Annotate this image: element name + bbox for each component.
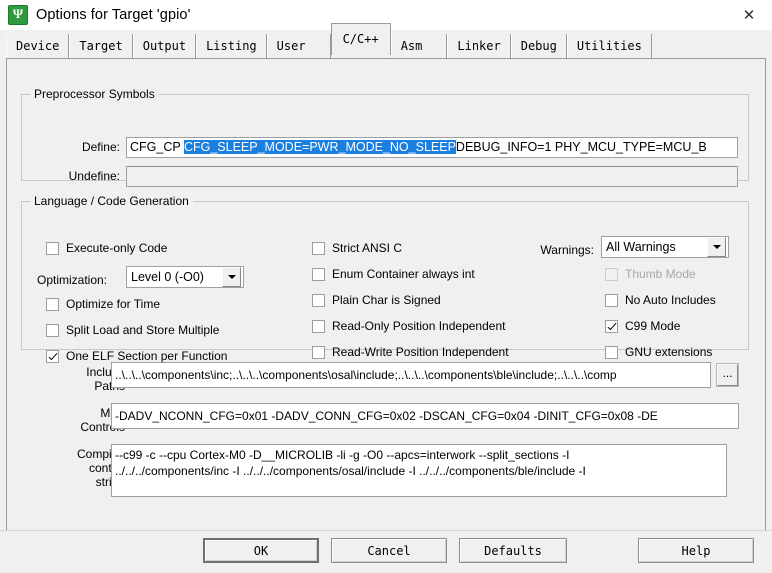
checkbox-split-load-and-store-multiple[interactable]: Split Load and Store Multiple: [46, 323, 219, 337]
chevron-down-icon[interactable]: [707, 237, 726, 257]
define-selected-text: CFG_SLEEP_MODE=PWR_MODE_NO_SLEEP: [183, 140, 456, 154]
checkbox-strict-ansi-c[interactable]: Strict ANSI C: [312, 241, 402, 255]
tab-linker[interactable]: Linker: [447, 34, 511, 59]
checkbox-label: Read-Only Position Independent: [332, 319, 506, 333]
checkbox-gnu-extensions[interactable]: GNU extensions: [605, 345, 712, 359]
optimization-dropdown[interactable]: Level 0 (-O0): [126, 266, 244, 288]
checkbox-box-icon: [312, 293, 325, 307]
checkbox-box-icon: [312, 267, 325, 281]
checkbox-label: Plain Char is Signed: [332, 293, 441, 307]
browse-include-paths-button[interactable]: ...: [717, 364, 738, 386]
language-code-generation-legend: Language / Code Generation: [34, 194, 189, 208]
compiler-control-string-line2: ../../../components/inc -I ../../../comp…: [115, 464, 586, 478]
tab-asm[interactable]: Asm: [390, 34, 448, 59]
tab-strip: Device Target Output Listing User C/C++ …: [0, 23, 772, 59]
checkbox-read-write-position-independent[interactable]: Read-Write Position Independent: [312, 345, 509, 359]
uvision-logo-icon: Ψ: [8, 5, 28, 25]
checkbox-thumb-mode: Thumb Mode: [605, 267, 696, 281]
language-code-generation-group: Language / Code Generation Execute-only …: [21, 194, 749, 363]
checkbox-no-auto-includes[interactable]: No Auto Includes: [605, 293, 716, 307]
checkbox-label: No Auto Includes: [625, 293, 716, 307]
checkbox-box-icon: [312, 241, 325, 255]
checkbox-optimize-for-time[interactable]: Optimize for Time: [46, 297, 160, 311]
checkbox-plain-char-is-signed[interactable]: Plain Char is Signed: [312, 293, 441, 307]
checkbox-label: Optimize for Time: [66, 297, 161, 311]
tab-target[interactable]: Target: [69, 34, 133, 59]
define-prefix-text: CFG_CP: [130, 140, 184, 154]
warnings-dropdown[interactable]: All Warnings: [601, 236, 729, 258]
checkbox-label: Strict ANSI C: [332, 241, 403, 255]
checkbox-label: Read-Write Position Independent: [332, 345, 509, 359]
warnings-value: All Warnings: [606, 240, 676, 254]
checkbox-label: GNU extensions: [625, 345, 713, 359]
undefine-label: Undefine:: [68, 169, 120, 183]
warnings-label: Warnings:: [540, 243, 594, 257]
checkbox-enum-container-always-int[interactable]: Enum Container always int: [312, 267, 475, 281]
preprocessor-symbols-legend: Preprocessor Symbols: [34, 87, 155, 101]
checkbox-c99-mode[interactable]: C99 Mode: [605, 319, 680, 333]
optimization-value: Level 0 (-O0): [131, 270, 204, 284]
tab-output[interactable]: Output: [132, 34, 197, 59]
window-title: Options for Target 'gpio': [36, 7, 191, 23]
dialog-button-bar: OK Cancel Defaults Help: [0, 530, 772, 573]
checkbox-read-only-position-independent[interactable]: Read-Only Position Independent: [312, 319, 505, 333]
tab-utilities[interactable]: Utilities: [566, 34, 652, 59]
checkbox-label: One ELF Section per Function: [66, 349, 228, 363]
defaults-button[interactable]: Defaults: [459, 538, 567, 563]
c-cpp-panel: Preprocessor Symbols Define: CFG_CP CFG_…: [6, 58, 766, 531]
include-paths-input[interactable]: ..\..\..\components\inc;..\..\..\compone…: [111, 362, 711, 388]
help-button[interactable]: Help: [638, 538, 754, 563]
define-input[interactable]: CFG_CP CFG_SLEEP_MODE=PWR_MODE_NO_SLEEPD…: [126, 137, 738, 158]
optimization-label: Optimization:: [37, 273, 108, 287]
tab-device[interactable]: Device: [6, 34, 70, 59]
compiler-control-string-line1: --c99 -c --cpu Cortex-M0 -D__MICROLIB -l…: [115, 448, 570, 462]
checkbox-box-checked-icon: [46, 349, 59, 363]
ok-button[interactable]: OK: [203, 538, 319, 563]
preprocessor-symbols-group: Preprocessor Symbols Define: CFG_CP CFG_…: [21, 87, 749, 187]
misc-controls-input[interactable]: -DADV_NCONN_CFG=0x01 -DADV_CONN_CFG=0x02…: [111, 403, 739, 429]
checkbox-box-icon: [312, 345, 325, 359]
checkbox-box-icon: [605, 267, 618, 281]
checkbox-label: Split Load and Store Multiple: [66, 323, 220, 337]
checkbox-label: Execute-only Code: [66, 241, 168, 255]
checkbox-one-elf-section-per-function[interactable]: One ELF Section per Function: [46, 349, 227, 363]
checkbox-box-icon: [605, 345, 618, 359]
checkbox-execute-only-code[interactable]: Execute-only Code: [46, 241, 167, 255]
checkbox-label: Thumb Mode: [625, 267, 696, 281]
tab-c-cpp[interactable]: C/C++: [330, 23, 391, 55]
define-suffix-text: DEBUG_INFO=1 PHY_MCU_TYPE=MCU_B: [455, 140, 707, 154]
chevron-down-icon[interactable]: [222, 267, 241, 287]
checkbox-box-icon: [46, 323, 59, 337]
checkbox-box-checked-icon: [605, 319, 618, 333]
undefine-input[interactable]: [126, 166, 738, 187]
checkbox-box-icon: [605, 293, 618, 307]
checkbox-box-icon: [46, 297, 59, 311]
compiler-control-string-box: --c99 -c --cpu Cortex-M0 -D__MICROLIB -l…: [111, 444, 727, 497]
checkbox-label: Enum Container always int: [332, 267, 475, 281]
tab-listing[interactable]: Listing: [196, 34, 267, 59]
close-icon[interactable]: ✕: [726, 0, 772, 30]
checkbox-box-icon: [46, 241, 59, 255]
cancel-button[interactable]: Cancel: [331, 538, 447, 563]
checkbox-label: C99 Mode: [625, 319, 681, 333]
checkbox-box-icon: [312, 319, 325, 333]
define-label: Define:: [81, 140, 120, 154]
tab-user[interactable]: User: [266, 34, 331, 59]
tab-debug[interactable]: Debug: [510, 34, 567, 59]
